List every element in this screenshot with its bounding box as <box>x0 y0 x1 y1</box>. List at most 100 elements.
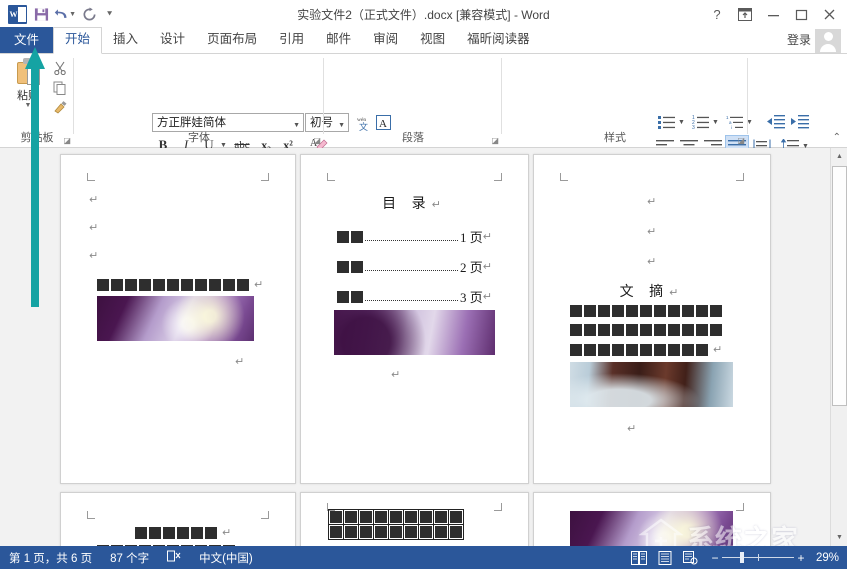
document-table[interactable] <box>328 509 464 540</box>
table-cell[interactable] <box>329 510 344 525</box>
avatar[interactable] <box>815 29 841 53</box>
table-cell[interactable] <box>344 510 359 525</box>
scroll-down-icon[interactable]: ▼ <box>831 529 847 546</box>
collapse-ribbon-icon[interactable]: ⌃ <box>833 132 841 143</box>
table-cell[interactable] <box>449 525 464 540</box>
tab-file[interactable]: 文件 <box>0 27 53 53</box>
scroll-up-icon[interactable]: ▲ <box>831 148 847 165</box>
zoom-level[interactable]: 29% <box>812 552 847 564</box>
styles-dialog-launcher[interactable]: ◪ <box>737 136 745 145</box>
tab-design[interactable]: 设计 <box>149 27 196 53</box>
table-cell[interactable] <box>419 510 434 525</box>
zoom-in-button[interactable]: + <box>794 551 808 565</box>
margin-mark <box>736 503 744 511</box>
tab-references[interactable]: 引用 <box>268 27 315 53</box>
undo-icon[interactable]: ▼ <box>54 3 76 25</box>
tab-page-layout[interactable]: 页面布局 <box>196 27 268 53</box>
table-cell[interactable] <box>449 510 464 525</box>
web-layout-icon[interactable] <box>678 546 704 569</box>
text-block-row: ↵ <box>570 343 722 356</box>
paragraph-mark: ↵ <box>713 343 722 356</box>
tab-review[interactable]: 审阅 <box>362 27 409 53</box>
toc-leader <box>365 263 458 271</box>
minimize-glyph <box>767 8 780 21</box>
tab-foxit-reader[interactable]: 福昕阅读器 <box>456 27 541 53</box>
vertical-scrollbar[interactable]: ▲ ▼ <box>830 148 847 546</box>
zoom-track[interactable] <box>722 557 794 558</box>
table-cell[interactable] <box>329 525 344 540</box>
proofing-errors-icon[interactable] <box>158 550 190 566</box>
tab-view[interactable]: 视图 <box>409 27 456 53</box>
table-cell[interactable] <box>404 510 419 525</box>
maximize-glyph <box>795 8 808 21</box>
tab-home[interactable]: 开始 <box>53 27 102 54</box>
group-clipboard: 粘贴 ▼ <box>0 54 74 148</box>
read-mode-icon[interactable] <box>626 546 652 569</box>
group-paragraph: ▼ 1 2 3 ▼ 1 a i ▼ <box>324 54 502 148</box>
toc-entry[interactable]: 2 页 ↵ <box>337 257 492 276</box>
paste-label: 粘贴 <box>8 87 48 103</box>
group-styles: AaBbCcDd ↵ 正文 AaBbCcDd ↵ 无间隔 AaBb 标题 1 ▲… <box>502 54 748 148</box>
ribbon-display-glyph <box>738 8 752 21</box>
title-bar: W ▼ ⯆ <box>0 0 847 28</box>
document-image[interactable] <box>97 296 254 341</box>
cut-icon[interactable] <box>50 58 70 78</box>
sign-in-link[interactable]: 登录 <box>787 31 811 48</box>
document-page-6[interactable] <box>533 492 771 546</box>
tab-insert[interactable]: 插入 <box>102 27 149 53</box>
save-icon[interactable] <box>30 3 52 25</box>
document-image[interactable] <box>334 310 495 355</box>
table-cell[interactable] <box>359 525 374 540</box>
document-page-2[interactable]: 目 录↵ 1 页 ↵ 2 页 ↵ 3 页 ↵ ↵ <box>300 154 529 484</box>
document-page-3[interactable]: ↵ ↵ ↵ 文 摘↵ ↵ ↵ <box>533 154 771 484</box>
table-cell[interactable] <box>359 510 374 525</box>
page-indicator[interactable]: 第 1 页，共 6 页 <box>0 550 101 566</box>
document-page-5[interactable] <box>300 492 529 546</box>
table-cell[interactable] <box>389 510 404 525</box>
zoom-knob[interactable] <box>740 552 744 563</box>
minimize-icon[interactable] <box>759 1 787 27</box>
clipboard-dialog-launcher[interactable]: ◪ <box>63 136 71 145</box>
table-cell[interactable] <box>434 525 449 540</box>
copy-icon[interactable] <box>50 78 70 98</box>
format-painter-icon[interactable] <box>50 98 70 118</box>
language-indicator[interactable]: 中文(中国) <box>190 550 262 566</box>
paste-button[interactable]: 粘贴 ▼ <box>8 58 48 109</box>
redo-icon[interactable] <box>78 3 100 25</box>
word-application-window: W ▼ ⯆ <box>0 0 847 569</box>
table-cell[interactable] <box>434 510 449 525</box>
document-page-4[interactable]: ↵ <box>60 492 296 546</box>
zoom-slider[interactable]: − + <box>704 551 812 565</box>
margin-mark <box>261 173 269 181</box>
close-icon[interactable] <box>815 1 843 27</box>
document-image[interactable] <box>570 362 733 407</box>
document-canvas[interactable]: ↵ ↵ ↵ ↵ ↵ 目 录↵ 1 页 ↵ <box>0 148 847 546</box>
print-layout-icon[interactable] <box>652 546 678 569</box>
help-icon[interactable]: ? <box>703 1 731 27</box>
word-logo-icon[interactable]: W <box>6 3 28 25</box>
ribbon-display-options-icon[interactable] <box>731 1 759 27</box>
table-cell[interactable] <box>374 525 389 540</box>
table-cell[interactable] <box>389 525 404 540</box>
toc-entry[interactable]: 1 页 ↵ <box>337 227 492 246</box>
close-glyph <box>823 8 836 21</box>
paragraph-mark: ↵ <box>89 221 98 234</box>
customize-quick-access-icon[interactable]: ⯆ <box>102 9 117 20</box>
font-dialog-launcher[interactable]: ◪ <box>313 136 321 145</box>
tab-mailings[interactable]: 邮件 <box>315 27 362 53</box>
table-cell[interactable] <box>419 525 434 540</box>
window-controls: ? <box>703 0 843 28</box>
toc-entry[interactable]: 3 页 ↵ <box>337 287 492 306</box>
undo-dropdown-caret[interactable]: ▼ <box>69 11 76 18</box>
table-cell[interactable] <box>404 525 419 540</box>
zoom-out-button[interactable]: − <box>708 551 722 565</box>
paste-dropdown-caret[interactable]: ▼ <box>8 103 48 109</box>
word-count[interactable]: 87 个字 <box>101 550 158 566</box>
table-cell[interactable] <box>374 510 389 525</box>
copy-glyph <box>53 81 67 95</box>
document-image[interactable] <box>570 511 733 546</box>
maximize-icon[interactable] <box>787 1 815 27</box>
scrollbar-thumb[interactable] <box>832 166 847 406</box>
document-page-1[interactable]: ↵ ↵ ↵ ↵ ↵ <box>60 154 296 484</box>
table-cell[interactable] <box>344 525 359 540</box>
